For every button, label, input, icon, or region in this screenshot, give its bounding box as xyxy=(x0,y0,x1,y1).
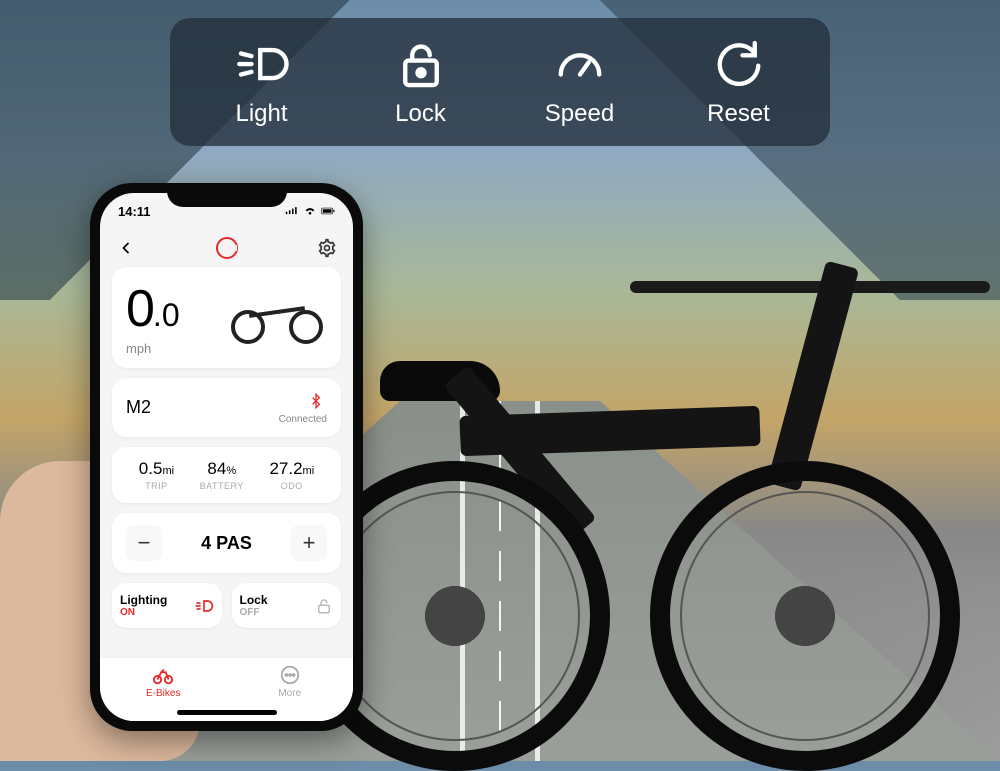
stat-battery: 84% BATTERY xyxy=(200,459,244,491)
reset-large-icon xyxy=(711,36,767,92)
speed-large-icon xyxy=(552,36,608,92)
feature-speed-label: Speed xyxy=(545,100,614,128)
brand-logo-icon xyxy=(216,237,238,259)
feature-lock-label: Lock xyxy=(395,100,446,128)
bluetooth-icon xyxy=(305,390,327,412)
lighting-toggle[interactable]: Lighting ON xyxy=(112,583,222,628)
tab-ebikes[interactable]: E-Bikes xyxy=(100,664,227,710)
light-large-icon xyxy=(234,36,290,92)
app-screen: 14:11 0 .0 xyxy=(100,193,353,721)
stats-card: 0.5mi TRIP 84% BATTERY 27.2mi ODO xyxy=(112,447,341,503)
hand-holding-phone: 14:11 0 .0 xyxy=(0,201,430,761)
phone-device: 14:11 0 .0 xyxy=(90,183,363,731)
bike-thumbnail xyxy=(227,288,327,348)
settings-icon[interactable] xyxy=(317,238,337,258)
stat-trip: 0.5mi TRIP xyxy=(139,459,174,491)
stat-odo: 27.2mi ODO xyxy=(269,459,314,491)
feature-lock[interactable]: Lock xyxy=(346,36,496,128)
pas-card: − 4 PAS + xyxy=(112,513,341,573)
speed-unit: mph xyxy=(126,341,180,356)
connection-status: Connected xyxy=(279,414,327,425)
phone-notch xyxy=(167,183,287,207)
wifi-icon xyxy=(303,205,317,217)
status-time: 14:11 xyxy=(118,204,151,219)
lock-large-icon xyxy=(393,36,449,92)
feature-speed[interactable]: Speed xyxy=(505,36,655,128)
connection-card[interactable]: M2 Connected xyxy=(112,378,341,437)
pas-value: 4 PAS xyxy=(201,533,252,554)
lock-state: OFF xyxy=(240,607,268,618)
speed-card: 0 .0 mph xyxy=(112,267,341,368)
battery-icon xyxy=(321,205,335,217)
lock-toggle[interactable]: Lock OFF xyxy=(232,583,342,628)
lock-small-icon xyxy=(315,597,333,615)
feature-light[interactable]: Light xyxy=(187,36,337,128)
home-indicator xyxy=(177,710,277,715)
pas-plus-button[interactable]: + xyxy=(291,525,327,561)
speed-integer: 0 xyxy=(126,279,153,339)
toggle-row: Lighting ON Lock OFF xyxy=(112,583,341,628)
app-header xyxy=(100,229,353,267)
feature-reset[interactable]: Reset xyxy=(664,36,814,128)
back-icon[interactable] xyxy=(116,238,136,258)
cellular-icon xyxy=(285,205,299,217)
lighting-title: Lighting xyxy=(120,593,167,607)
model-name: M2 xyxy=(126,397,151,418)
feature-light-label: Light xyxy=(235,100,287,128)
light-small-icon xyxy=(194,596,214,616)
feature-reset-label: Reset xyxy=(707,100,770,128)
bike-icon xyxy=(152,664,174,686)
more-icon xyxy=(279,664,301,686)
speed-decimal: .0 xyxy=(153,297,180,334)
tab-bar: E-Bikes More xyxy=(100,657,353,721)
lock-title: Lock xyxy=(240,593,268,607)
tab-more[interactable]: More xyxy=(227,664,354,710)
status-icons xyxy=(285,205,335,217)
lighting-state: ON xyxy=(120,607,167,618)
feature-bar: Light Lock Speed Reset xyxy=(170,18,830,146)
pas-minus-button[interactable]: − xyxy=(126,525,162,561)
